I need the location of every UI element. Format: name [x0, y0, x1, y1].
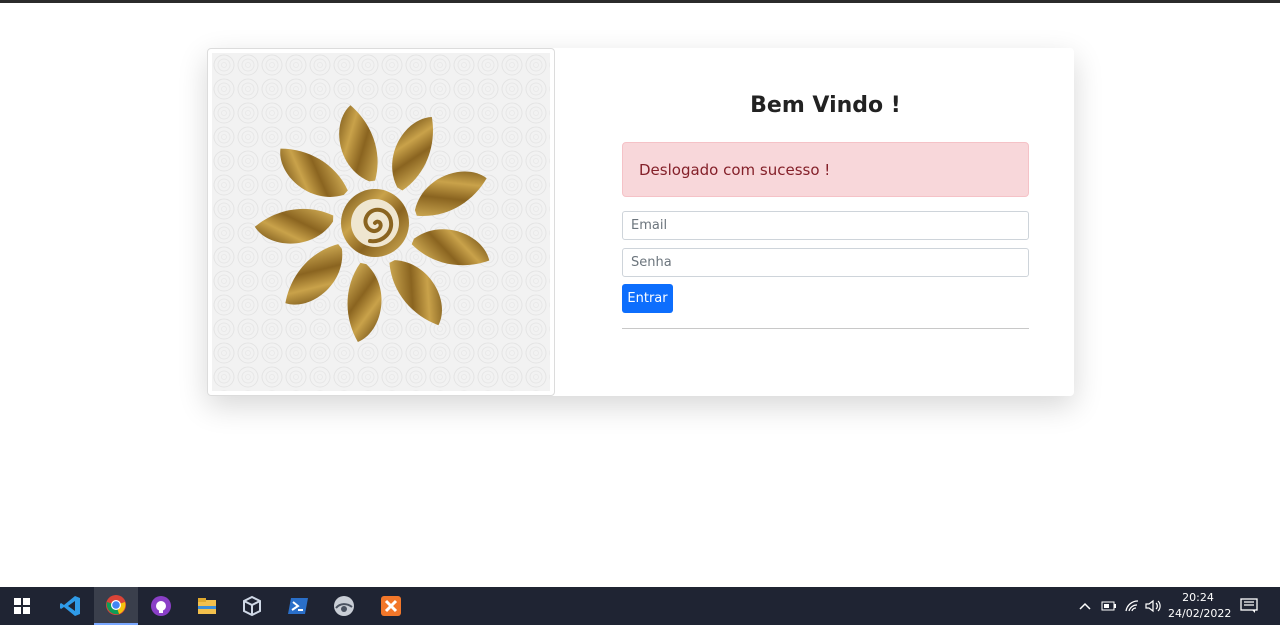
tray-chevron-up-icon[interactable]	[1078, 587, 1092, 625]
logo-image-panel	[207, 48, 555, 396]
sun-logo-icon	[212, 53, 550, 391]
notification-center-icon[interactable]	[1240, 587, 1258, 625]
github-desktop-icon[interactable]	[139, 587, 183, 625]
login-card: Bem Vindo ! Deslogado com sucesso ! Entr…	[207, 48, 1074, 396]
virtualbox-icon[interactable]	[230, 587, 274, 625]
email-input[interactable]	[622, 211, 1029, 240]
chrome-icon[interactable]	[94, 587, 138, 625]
taskbar-clock[interactable]: 20:24 24/02/2022	[1168, 590, 1232, 622]
file-explorer-icon[interactable]	[185, 587, 229, 625]
clock-date: 24/02/2022	[1168, 607, 1232, 620]
battery-icon[interactable]	[1101, 587, 1117, 625]
volume-icon[interactable]	[1145, 587, 1163, 625]
page-title: Bem Vindo !	[750, 93, 901, 118]
password-input[interactable]	[622, 248, 1029, 277]
clock-time: 20:24	[1182, 591, 1214, 604]
windows-taskbar: 20:24 24/02/2022	[0, 587, 1280, 625]
logout-success-alert: Deslogado com sucesso !	[622, 142, 1029, 197]
login-button[interactable]: Entrar	[622, 284, 673, 313]
form-divider	[622, 328, 1029, 329]
powershell-icon[interactable]	[276, 587, 320, 625]
logo-background	[212, 53, 550, 391]
mysql-workbench-icon[interactable]	[322, 587, 366, 625]
vscode-icon[interactable]	[48, 587, 92, 625]
xampp-icon[interactable]	[369, 587, 413, 625]
browser-top-edge	[0, 0, 1280, 3]
windows-start-icon[interactable]	[0, 587, 44, 625]
wifi-icon[interactable]	[1124, 587, 1140, 625]
